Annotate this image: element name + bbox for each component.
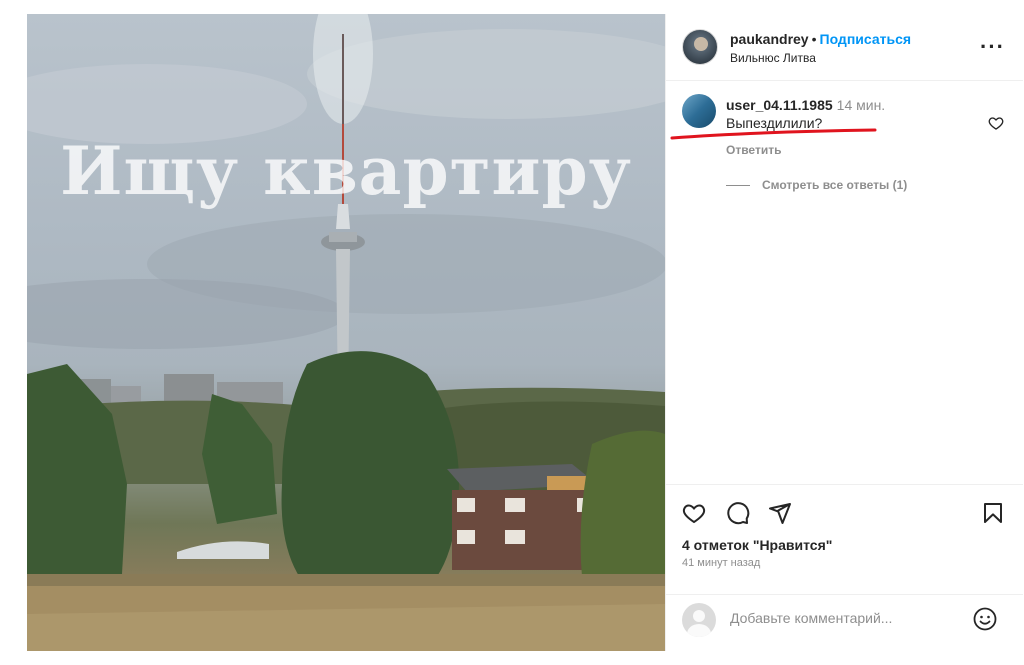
separator-dot: • (811, 31, 817, 47)
commenter-username[interactable]: user_04.11.1985 (726, 97, 833, 113)
follow-button[interactable]: Подписаться (820, 31, 912, 47)
view-replies-label: Смотреть все ответы (1) (762, 178, 908, 192)
commenter-avatar[interactable] (682, 94, 716, 128)
view-replies-button[interactable]: Смотреть все ответы (1) (726, 178, 907, 192)
post-header: paukandrey • Подписаться Вильнюс Литва ··· (666, 14, 1023, 81)
bookmark-icon[interactable] (981, 501, 1005, 525)
likes-count[interactable]: 4 отметок "Нравится" (682, 537, 832, 553)
author-avatar[interactable] (682, 29, 718, 65)
comment-header: user_04.11.1985 14 мин. (726, 97, 885, 113)
more-options-icon[interactable]: ··· (980, 34, 1005, 60)
comment-timestamp: 14 мин. (836, 97, 886, 113)
post-actions: 4 отметок "Нравится" 41 минут назад (666, 484, 1023, 584)
post-overlay-text: Ищу квартиру (60, 132, 632, 210)
post-side-panel: paukandrey • Подписаться Вильнюс Литва ···… (665, 14, 1023, 651)
comment-icon[interactable] (726, 501, 750, 525)
photo-scene (27, 14, 665, 651)
share-icon[interactable] (768, 501, 792, 525)
comment-input[interactable] (730, 610, 960, 626)
post-location[interactable]: Вильнюс Литва (730, 51, 816, 65)
current-user-avatar (682, 603, 716, 637)
view-replies-line (726, 184, 750, 186)
red-underline-annotation (670, 128, 877, 140)
emoji-icon[interactable] (973, 607, 997, 631)
author-username[interactable]: paukandrey (730, 31, 809, 47)
heart-icon[interactable] (682, 501, 706, 525)
reply-button[interactable]: Ответить (726, 143, 781, 157)
add-comment-bar (666, 594, 1023, 651)
comment-like-heart-icon[interactable] (988, 115, 1004, 131)
post-image[interactable]: Ищу квартиру (27, 14, 665, 651)
post-timestamp[interactable]: 41 минут назад (682, 557, 760, 569)
author-line: paukandrey • Подписаться (730, 31, 911, 47)
